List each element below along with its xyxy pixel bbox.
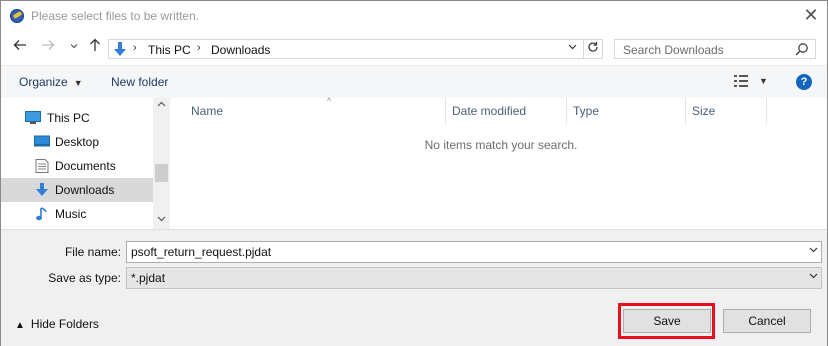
navigation-bar: › This PC › Downloads Search Downloads xyxy=(1,34,827,62)
app-icon xyxy=(10,9,24,23)
title-bar: Please select files to be written. ✕ xyxy=(1,1,827,31)
organize-button[interactable]: Organize ▼ xyxy=(19,75,83,89)
chevron-down-icon[interactable] xyxy=(809,245,818,256)
breadcrumb-downloads[interactable]: Downloads xyxy=(211,43,270,57)
breadcrumb-this-pc[interactable]: This PC xyxy=(148,43,191,57)
column-header-size[interactable]: Size xyxy=(686,102,766,124)
navigation-pane: This PC Desktop Documents Downloads Musi… xyxy=(1,98,153,229)
chevron-down-icon xyxy=(568,44,576,50)
sidebar-item-documents[interactable]: Documents xyxy=(1,154,153,178)
sidebar-item-music[interactable]: Music xyxy=(1,202,153,226)
sort-up-icon: ^ xyxy=(327,96,332,106)
command-bar: Organize ▼ New folder ▼ ? xyxy=(1,65,827,99)
refresh-button[interactable] xyxy=(583,40,602,58)
column-label: Date modified xyxy=(452,104,527,118)
scroll-down-button[interactable] xyxy=(153,212,170,228)
file-name-field[interactable]: psoft_return_request.pjdat xyxy=(126,241,822,263)
sidebar-item-label: Documents xyxy=(55,159,116,173)
column-header-date-modified[interactable]: Date modified xyxy=(446,102,566,124)
recent-locations-button[interactable] xyxy=(65,38,83,56)
desktop-icon xyxy=(34,135,50,147)
address-bar[interactable]: › This PC › Downloads xyxy=(108,39,603,59)
close-button[interactable]: ✕ xyxy=(803,6,819,24)
search-input[interactable]: Search Downloads xyxy=(614,39,816,59)
cancel-button[interactable]: Cancel xyxy=(723,309,811,333)
music-note-icon xyxy=(36,207,47,221)
save-as-type-select[interactable]: *.pjdat xyxy=(126,267,822,289)
sidebar-item-label: Desktop xyxy=(55,135,100,149)
column-label: Name xyxy=(191,104,224,118)
arrow-left-icon xyxy=(13,40,26,50)
search-placeholder: Search Downloads xyxy=(623,43,724,57)
breadcrumb-separator: › xyxy=(197,42,201,54)
sidebar-item-label: Downloads xyxy=(55,183,115,197)
file-name-label: File name: xyxy=(64,245,121,259)
column-label: Size xyxy=(692,104,716,118)
chevron-up-icon xyxy=(157,101,166,107)
help-button[interactable]: ? xyxy=(796,74,812,90)
view-options-dropdown[interactable]: ▼ xyxy=(759,76,768,86)
sidebar-item-desktop[interactable]: Desktop xyxy=(1,130,153,154)
view-options-icon[interactable] xyxy=(734,75,748,87)
arrow-right-icon xyxy=(42,40,55,50)
file-name-value: psoft_return_request.pjdat xyxy=(131,245,272,259)
sidebar-item-downloads[interactable]: Downloads xyxy=(1,178,153,202)
chevron-down-icon xyxy=(809,271,818,282)
download-arrow-icon xyxy=(36,183,48,196)
scroll-up-button[interactable] xyxy=(153,98,170,114)
save-as-type-label: Save as type: xyxy=(48,271,121,285)
navigation-scrollbar[interactable] xyxy=(153,98,170,229)
new-folder-button[interactable]: New folder xyxy=(111,75,168,89)
sidebar-item-this-pc[interactable]: This PC xyxy=(1,106,153,130)
download-arrow-icon xyxy=(114,42,126,56)
chevron-down-icon xyxy=(70,44,78,49)
organize-label: Organize xyxy=(19,75,68,89)
hide-folders-label: Hide Folders xyxy=(30,317,99,331)
address-history-dropdown[interactable] xyxy=(564,41,580,57)
column-divider[interactable] xyxy=(766,98,767,124)
back-button[interactable] xyxy=(11,38,29,56)
empty-message: No items match your search. xyxy=(424,138,578,152)
dialog-title: Please select files to be written. xyxy=(31,9,200,23)
breadcrumb-separator: › xyxy=(133,42,137,54)
sidebar-item-label: Music xyxy=(55,207,87,221)
up-button[interactable] xyxy=(86,38,104,56)
refresh-icon xyxy=(588,42,598,52)
arrow-up-icon xyxy=(90,38,100,51)
file-list: ^ Name Date modified Type Size No items … xyxy=(171,96,827,229)
column-header-type[interactable]: Type xyxy=(567,102,685,124)
chevron-up-icon: ▲ xyxy=(15,320,25,331)
column-header-name[interactable]: ^ Name xyxy=(185,96,445,124)
column-label: Type xyxy=(573,104,600,118)
scroll-thumb[interactable] xyxy=(155,164,168,182)
hide-folders-button[interactable]: ▲ Hide Folders xyxy=(15,317,99,331)
save-as-type-value: *.pjdat xyxy=(131,271,166,285)
computer-icon xyxy=(25,111,41,124)
save-dialog: Please select files to be written. ✕ › T… xyxy=(0,0,828,346)
sidebar-item-label: This PC xyxy=(47,111,90,125)
chevron-down-icon xyxy=(157,216,166,222)
save-button[interactable]: Save xyxy=(623,309,711,333)
caret-down-icon: ▼ xyxy=(73,78,83,88)
documents-icon xyxy=(35,159,49,173)
forward-button[interactable] xyxy=(39,38,57,56)
dialog-footer: File name: psoft_return_request.pjdat Sa… xyxy=(1,229,827,346)
search-icon xyxy=(795,43,808,56)
